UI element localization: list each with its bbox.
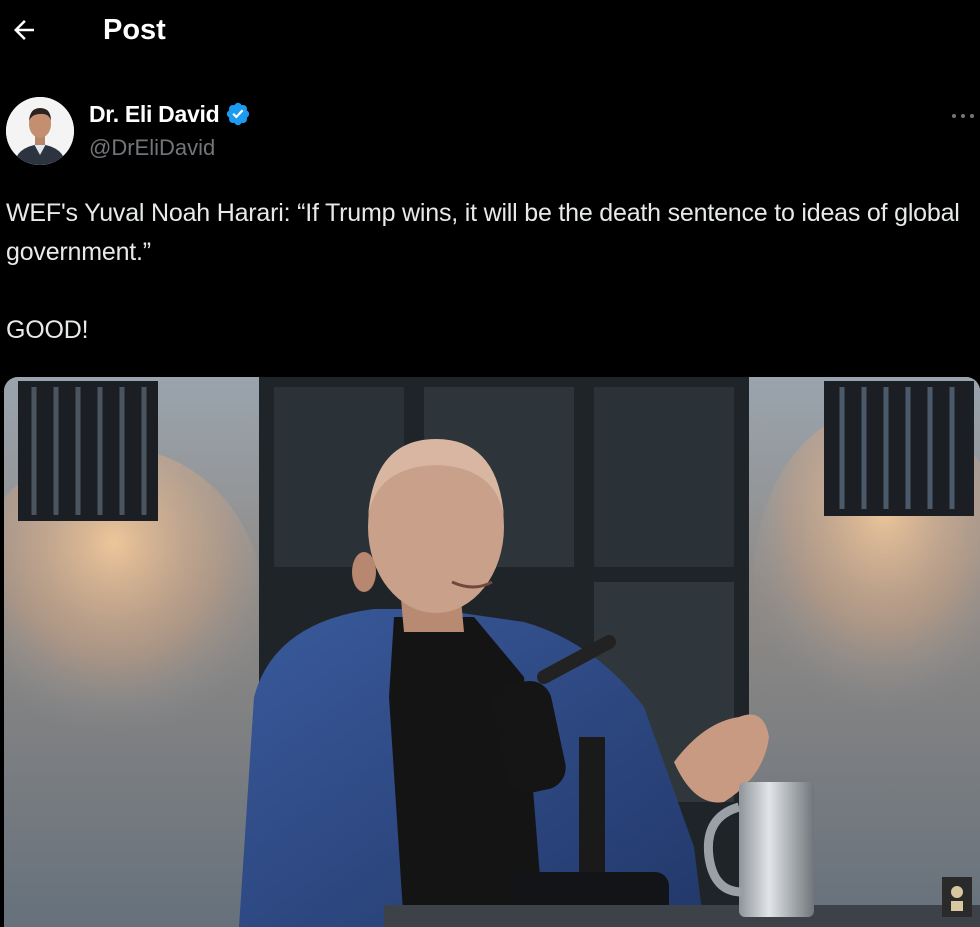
post-text-spacer [6,272,976,311]
page-title: Post [103,14,166,46]
post-text-line: GOOD! [6,316,89,344]
user-avatar-icon [6,97,74,165]
more-horizontal-icon [952,114,974,118]
post-text-line: WEF's Yuval Noah Harari: “If Trump wins,… [6,199,960,266]
author-name-row: Dr. Eli David [89,99,251,129]
post-text: WEF's Yuval Noah Harari: “If Trump wins,… [6,194,976,350]
author-handle[interactable]: @DrEliDavid [89,135,215,161]
post-media-video[interactable] [4,377,980,927]
video-frame-image [4,377,980,927]
top-bar: Post [0,0,980,62]
avatar[interactable] [6,97,74,165]
back-button[interactable] [6,12,42,48]
more-options-button[interactable] [946,104,980,128]
verified-badge-icon [227,102,250,126]
arrow-left-icon [14,20,34,40]
author-name[interactable]: Dr. Eli David [89,101,220,128]
